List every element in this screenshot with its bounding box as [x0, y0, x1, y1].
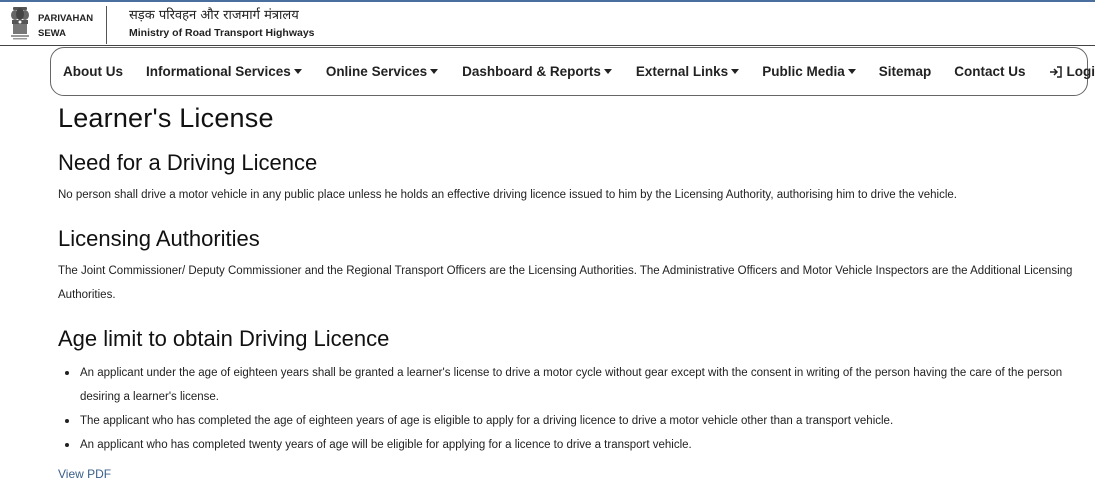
brand-name[interactable]: PARIVAHAN SEWA [38, 11, 93, 41]
view-pdf-link[interactable]: View PDF [58, 461, 111, 484]
chevron-down-icon [430, 69, 439, 74]
section-title-age-limit: Age limit to obtain Driving Licence [58, 326, 390, 351]
nav-about-us[interactable]: About Us [63, 64, 123, 79]
nav-contact-us[interactable]: Contact Us [954, 64, 1025, 79]
brand-name-line1: PARIVAHAN [38, 13, 94, 24]
nav-dashboard-reports-label: Dashboard & Reports [462, 64, 601, 79]
ministry-name-hindi: सड़क परिवहन और राजमार्ग मंत्रालय [129, 8, 299, 23]
main-content: Learner's License Need for a Driving Lic… [58, 100, 1078, 484]
list-item: An applicant who has completed twenty ye… [65, 433, 1078, 457]
nav-public-media-label: Public Media [762, 64, 845, 79]
chevron-down-icon [293, 69, 302, 74]
ministry-name-english: Ministry of Road Transport Highways [129, 27, 315, 39]
page-title: Learner's License [58, 103, 274, 133]
section-title-licensing-authorities: Licensing Authorities [58, 226, 260, 251]
login-icon [1049, 65, 1062, 78]
national-emblem-icon [11, 7, 29, 40]
nav-online-services[interactable]: Online Services [325, 64, 439, 79]
nav-sitemap[interactable]: Sitemap [879, 64, 932, 79]
nav-external-links-label: External Links [635, 64, 729, 79]
nav-contact-us-label: Contact Us [954, 64, 1026, 79]
nav-dashboard-reports[interactable]: Dashboard & Reports [462, 64, 612, 79]
nav-informational-services-label: Informational Services [146, 64, 291, 79]
nav-sitemap-label: Sitemap [878, 64, 932, 79]
nav-about-us-label: About Us [63, 64, 123, 79]
nav-informational-services[interactable]: Informational Services [146, 64, 302, 79]
main-navigation: About Us Informational Services Online S… [50, 47, 1095, 96]
nav-external-links[interactable]: External Links [635, 64, 740, 79]
chevron-down-icon [603, 69, 612, 74]
chevron-down-icon [731, 69, 740, 74]
brand-divider [106, 6, 107, 44]
nav-login-label: Login [1066, 64, 1095, 79]
nav-login[interactable]: Login [1049, 64, 1095, 79]
age-limit-list: An applicant under the age of eighteen y… [58, 361, 1078, 457]
section-text-licensing-authorities: The Joint Commissioner/ Deputy Commissio… [58, 265, 1073, 301]
nav-public-media[interactable]: Public Media [762, 64, 856, 79]
chevron-down-icon [847, 69, 856, 74]
section-text-need-licence: No person shall drive a motor vehicle in… [58, 189, 957, 201]
brand-name-line2: SEWA [38, 28, 66, 39]
site-header: PARIVAHAN SEWA सड़क परिवहन और राजमार्ग म… [0, 2, 1095, 46]
list-item: An applicant under the age of eighteen y… [65, 361, 1078, 409]
section-title-need-licence: Need for a Driving Licence [58, 150, 318, 175]
nav-online-services-label: Online Services [325, 64, 428, 79]
list-item: The applicant who has completed the age … [65, 409, 1078, 433]
